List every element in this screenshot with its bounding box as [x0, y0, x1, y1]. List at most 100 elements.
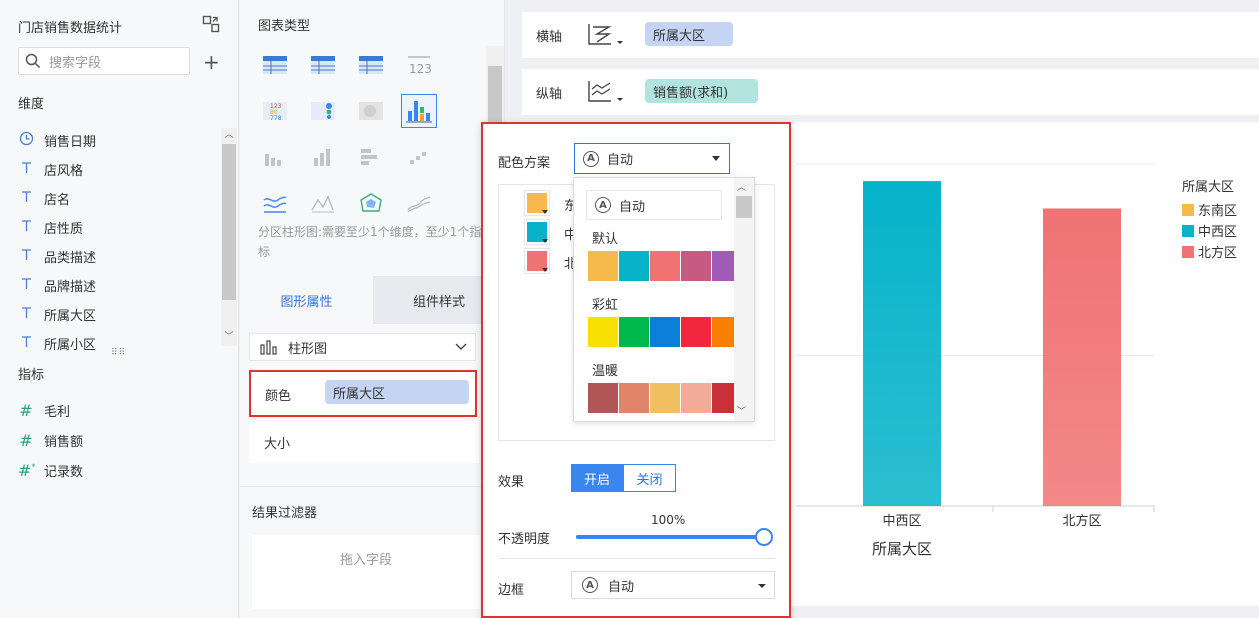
- size-property-row[interactable]: 大小: [249, 421, 479, 463]
- dimension-field[interactable]: 销售日期: [18, 126, 96, 154]
- x-axis-field-pill[interactable]: 所属大区: [645, 22, 733, 46]
- scheme-option-1[interactable]: [588, 317, 742, 347]
- measure-header: 指标: [18, 368, 45, 383]
- measure-field[interactable]: # 销售额: [18, 426, 83, 454]
- color-mapping-swatch[interactable]: [524, 219, 550, 245]
- add-field-icon[interactable]: +: [203, 50, 220, 74]
- bar-chart-icon[interactable]: [262, 146, 288, 168]
- legend-item[interactable]: 北方区: [1182, 242, 1237, 261]
- color-table-icon[interactable]: 123 80 778: [262, 100, 288, 122]
- legend-item[interactable]: 东南区: [1182, 200, 1237, 219]
- hash-icon: #: [19, 430, 33, 450]
- color-scheme-select[interactable]: A 自动: [574, 143, 730, 174]
- dimension-field[interactable]: 店风格: [18, 155, 83, 183]
- x-tick-label: 北方区: [1062, 513, 1101, 529]
- opacity-label: 不透明度: [498, 532, 551, 547]
- text-type-icon: [18, 276, 34, 295]
- scroll-up-icon[interactable]: ︿: [737, 180, 746, 193]
- border-select[interactable]: A 自动: [571, 571, 775, 599]
- measure-field[interactable]: # 毛利: [18, 396, 70, 424]
- heatmap-icon[interactable]: [358, 100, 384, 122]
- x-axis-bar[interactable]: 横轴 所属大区: [522, 12, 1259, 58]
- scrollbar-thumb[interactable]: [736, 196, 752, 218]
- scheme-color-swatch: [650, 317, 680, 347]
- dimension-field[interactable]: 品类描述: [18, 242, 96, 270]
- scatter-line-icon[interactable]: [406, 192, 432, 214]
- dataset-title: 门店销售数据统计: [18, 21, 123, 36]
- tab-shape-properties[interactable]: 图形属性: [240, 276, 373, 324]
- line-chart-icon[interactable]: [262, 192, 288, 214]
- bar-北方区[interactable]: [1043, 208, 1121, 506]
- legend-item[interactable]: 中西区: [1182, 221, 1237, 240]
- text-type-icon: [18, 247, 34, 266]
- radar-chart-icon[interactable]: [358, 192, 384, 214]
- color-mapping-swatch[interactable]: [524, 190, 550, 216]
- measure-field-label: 记录数: [44, 464, 84, 480]
- divider: [498, 558, 775, 559]
- filter-header: 结果过滤器: [252, 506, 318, 521]
- auto-a-icon: A: [582, 577, 598, 593]
- dimension-field-label: 店风格: [44, 163, 84, 179]
- bar-中西区[interactable]: [863, 181, 941, 506]
- scroll-down-icon[interactable]: ﹀: [222, 330, 236, 344]
- scheme-option-0[interactable]: [588, 251, 742, 281]
- switch-dataset-icon[interactable]: [202, 15, 220, 33]
- field-search-box[interactable]: 搜索字段: [18, 47, 190, 75]
- hash-icon: #: [19, 400, 33, 420]
- y-axis-bar[interactable]: 纵轴 销售额(求和): [522, 69, 1259, 115]
- stacked-bar-icon[interactable]: [310, 146, 336, 168]
- scheme-group-label: 默认: [592, 232, 619, 247]
- scrollbar-thumb[interactable]: [222, 144, 236, 300]
- dimension-field[interactable]: 品牌描述: [18, 271, 96, 299]
- filter-drop-zone[interactable]: 拖入字段: [252, 535, 480, 609]
- x-axis-label: 横轴: [536, 30, 563, 45]
- dropdown-scrollbar[interactable]: ︿ ﹀: [734, 178, 754, 421]
- search-input[interactable]: 搜索字段: [49, 52, 101, 71]
- area-chart-icon[interactable]: [310, 192, 336, 214]
- chevron-down-icon: [455, 343, 467, 350]
- kpi-number-icon[interactable]: 123: [406, 54, 432, 76]
- color-field-pill[interactable]: 所属大区: [325, 380, 469, 404]
- resize-handle-icon[interactable]: ⠿⠿: [111, 348, 126, 358]
- dimension-field[interactable]: 店名: [18, 184, 70, 212]
- measure-field[interactable]: #* 记录数: [18, 456, 83, 484]
- y-axis-type-icon[interactable]: [587, 79, 627, 109]
- svg-text:123: 123: [409, 62, 432, 76]
- legend-label: 中西区: [1198, 225, 1238, 240]
- cross-table-icon[interactable]: [310, 54, 336, 76]
- filter-drop-label: 拖入字段: [339, 553, 392, 568]
- dimension-scrollbar[interactable]: ︿ ﹀: [221, 128, 237, 346]
- color-property-row[interactable]: 颜色 所属大区: [249, 370, 477, 417]
- scheme-option-2[interactable]: [588, 383, 742, 413]
- scroll-up-icon[interactable]: ︿: [222, 128, 236, 142]
- x-axis-type-icon[interactable]: [587, 22, 627, 52]
- scheme-option-auto-label: 自动: [619, 199, 646, 215]
- scheme-color-swatch: [650, 383, 680, 413]
- dot-table-icon[interactable]: [310, 100, 336, 122]
- scheme-color-swatch: [588, 251, 618, 281]
- dimension-field[interactable]: 所属大区: [18, 300, 96, 328]
- effect-on-button[interactable]: 开启: [571, 464, 623, 492]
- scheme-color-swatch: [681, 383, 711, 413]
- horizontal-bar-icon[interactable]: [358, 146, 384, 168]
- opacity-slider-track[interactable]: [576, 528, 773, 546]
- scheme-color-swatch: [681, 317, 711, 347]
- detail-table-icon[interactable]: [358, 54, 384, 76]
- grouped-table-icon[interactable]: [262, 54, 288, 76]
- dimension-header: 维度: [18, 97, 45, 112]
- y-axis-field-pill[interactable]: 销售额(求和): [645, 79, 758, 103]
- scheme-color-swatch: [619, 317, 649, 347]
- divider: [240, 486, 505, 487]
- color-mapping-swatch[interactable]: [524, 248, 550, 274]
- opacity-slider-handle[interactable]: [755, 528, 773, 546]
- partition-bar-icon[interactable]: [401, 94, 437, 128]
- chart-kind-select[interactable]: 柱形图: [249, 333, 476, 361]
- waterfall-icon[interactable]: [406, 146, 432, 168]
- effect-off-button[interactable]: 关闭: [623, 464, 676, 492]
- scheme-option-auto[interactable]: A 自动: [586, 190, 722, 220]
- dimension-field[interactable]: 所属小区: [18, 329, 96, 357]
- dimension-field[interactable]: 店性质: [18, 213, 83, 241]
- chart-type-hint: 分区柱形图:需要至少1个维度，至少1个指标: [258, 225, 482, 259]
- scheme-color-swatch: [619, 251, 649, 281]
- scroll-down-icon[interactable]: ﹀: [737, 404, 746, 417]
